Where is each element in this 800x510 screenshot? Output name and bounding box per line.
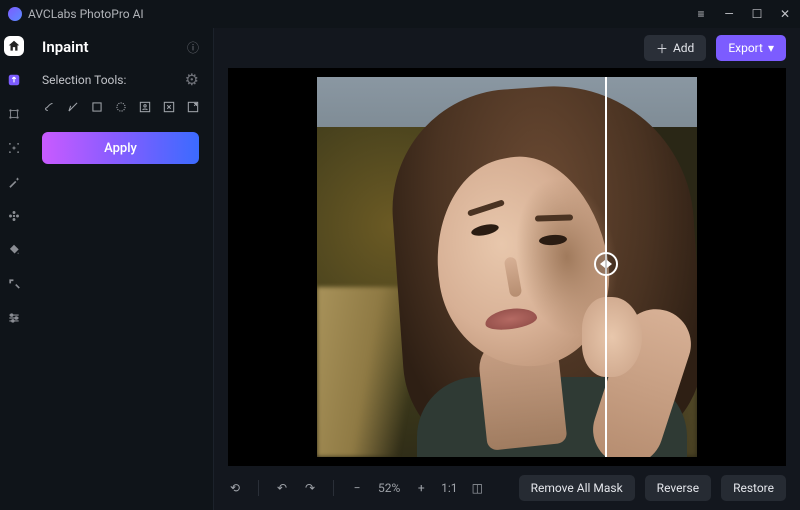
zoom-in-icon[interactable]: + (414, 481, 428, 495)
menu-icon[interactable]: ≡ (694, 7, 708, 21)
mode-title: Inpaint (42, 38, 89, 56)
titlebar: AVCLabs PhotoPro AI ≡ — ☐ ✕ (0, 0, 800, 28)
export-button[interactable]: Export ▾ (716, 35, 786, 61)
ratio-label[interactable]: 1:1 (442, 481, 456, 495)
rail-sliders[interactable] (4, 308, 24, 328)
window-controls: ≡ — ☐ ✕ (694, 7, 792, 21)
add-button-label: Add (673, 41, 694, 55)
gear-icon[interactable]: ⚙ (185, 70, 199, 89)
info-icon[interactable]: ⓘ (187, 39, 199, 56)
side-panel: Inpaint ⓘ Selection Tools: ⚙ Apply (28, 28, 214, 510)
brush-tool-icon[interactable] (42, 99, 56, 114)
rail-upload[interactable] (4, 70, 24, 90)
export-button-label: Export (728, 41, 763, 55)
zoom-out-icon[interactable]: − (350, 481, 364, 495)
tool-rail (0, 28, 28, 510)
circle-tool-icon[interactable] (114, 99, 128, 114)
reset-icon[interactable]: ⟲ (228, 481, 242, 495)
expand-select-tool-icon[interactable] (186, 99, 200, 114)
content-topbar: ＋ Add Export ▾ (214, 28, 800, 68)
rectangle-tool-icon[interactable] (90, 99, 104, 114)
app-logo-icon (8, 7, 22, 21)
close-icon[interactable]: ✕ (778, 7, 792, 21)
compare-slider-handle[interactable] (594, 252, 618, 276)
plus-icon: ＋ (656, 40, 668, 57)
reverse-button[interactable]: Reverse (645, 475, 711, 501)
maximize-icon[interactable]: ☐ (750, 7, 764, 21)
restore-button[interactable]: Restore (721, 475, 786, 501)
compare-toggle-icon[interactable]: ◫ (470, 481, 484, 495)
bottom-toolbar: ⟲ ↶ ↷ − 52% + 1:1 ◫ Remove All Mask Reve… (214, 466, 800, 510)
minimize-icon[interactable]: — (722, 7, 736, 21)
canvas[interactable] (228, 68, 786, 466)
selection-tool-row (42, 99, 199, 114)
auto-select-tool-icon[interactable] (162, 99, 176, 114)
remove-all-mask-button[interactable]: Remove All Mask (519, 475, 635, 501)
rail-expand-arrow[interactable] (4, 274, 24, 294)
portrait-select-tool-icon[interactable] (138, 99, 152, 114)
apply-button[interactable]: Apply (42, 132, 199, 164)
polygon-tool-icon[interactable] (66, 99, 80, 114)
redo-icon[interactable]: ↷ (303, 481, 317, 495)
rail-sparkle-center[interactable] (4, 138, 24, 158)
selection-tools-label: Selection Tools: (42, 73, 126, 87)
rail-flower[interactable] (4, 206, 24, 226)
chevron-down-icon: ▾ (768, 41, 774, 55)
add-button[interactable]: ＋ Add (644, 35, 706, 61)
rail-magic-wand[interactable] (4, 172, 24, 192)
app-title: AVCLabs PhotoPro AI (28, 7, 694, 21)
rail-paint-bucket[interactable] (4, 240, 24, 260)
photo-preview (317, 77, 697, 457)
rail-ai-enhance[interactable] (4, 104, 24, 124)
zoom-value: 52% (378, 481, 400, 495)
content-area: ＋ Add Export ▾ (214, 28, 800, 510)
undo-icon[interactable]: ↶ (275, 481, 289, 495)
rail-home[interactable] (4, 36, 24, 56)
